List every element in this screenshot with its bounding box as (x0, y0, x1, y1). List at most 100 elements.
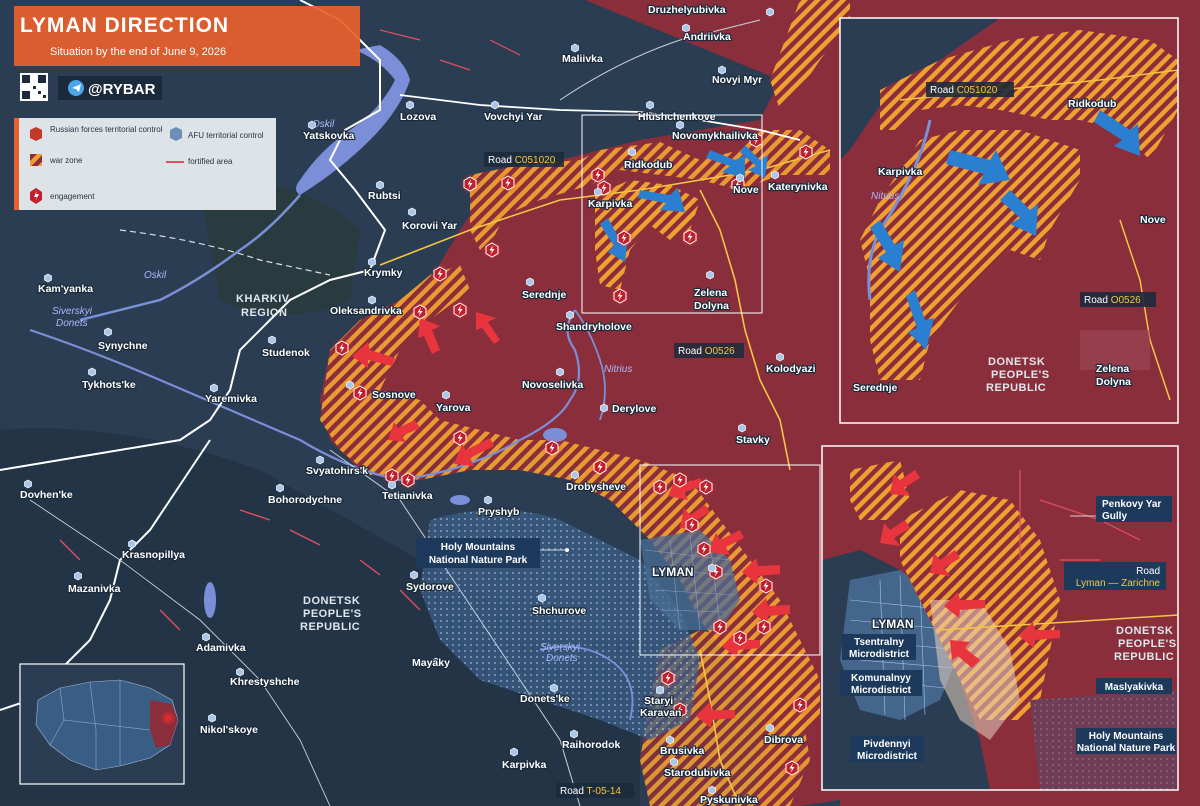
svg-text:Holy Mountains: Holy Mountains (1089, 731, 1164, 742)
town-lyman: LYMAN (652, 565, 694, 579)
kharkiv-region-line1: KHARKIV (236, 293, 290, 305)
inset-serednje: Serednje (853, 382, 898, 394)
engagement-icon (541, 437, 563, 459)
settlement-marker (410, 570, 418, 580)
settlement-marker (376, 180, 384, 190)
inset-south-dpr-1: DONETSK (1116, 625, 1173, 637)
engagement-icon (397, 469, 419, 491)
town-oleksandrivka: Oleksandrivka (330, 305, 402, 317)
settlement-marker (766, 7, 774, 17)
inset-karpivka: Karpivka (878, 166, 923, 178)
inset-pivdennyi-label: Pivdennyi Microdistrict (850, 736, 924, 762)
town-serednje: Serednje (522, 289, 567, 301)
town-tetianivka: Tetianivka (382, 490, 433, 502)
inset-maslyakivka-label: Maslyakivka (1096, 678, 1172, 694)
engagement-icon (755, 575, 777, 597)
engagement-icon (589, 456, 611, 478)
settlement-marker (44, 273, 52, 283)
town-synychne: Synychne (98, 340, 148, 352)
town-khrestyshche: Khrestyshche (230, 676, 300, 688)
svg-text:Road C051020: Road C051020 (488, 155, 556, 166)
engagement-icon (649, 476, 671, 498)
settlement-marker (88, 367, 96, 377)
town-vovchyi-yar: Vovchyi Yar (484, 111, 543, 123)
engagement-icon (409, 301, 431, 323)
settlement-marker (128, 539, 136, 549)
engagement-icon (781, 757, 803, 779)
town-dibrova: Dibrova (764, 734, 803, 746)
legend-warzone: war zone (49, 156, 83, 165)
town-donetske: Donets'ke (520, 693, 570, 705)
town-svyatohirsk: Svyatohirs'k (306, 465, 368, 477)
russian-control-swatch (30, 127, 42, 141)
inset-south-dpr-3: REPUBLIC (1114, 651, 1174, 663)
settlement-marker (236, 667, 244, 677)
label-siverskyi-2: Donets (56, 318, 88, 329)
inset-north-dpr-3: REPUBLIC (986, 382, 1046, 394)
settlement-marker (74, 571, 82, 581)
settlement-marker (510, 747, 518, 757)
locator-focus (160, 710, 176, 726)
lake (450, 495, 470, 505)
engagement-icon (681, 514, 703, 536)
settlement-marker (208, 713, 216, 723)
svg-text:Lyman — Zarichne: Lyman — Zarichne (1076, 578, 1161, 589)
town-brusivka: Brusivka (660, 745, 705, 757)
settlement-marker (600, 403, 608, 413)
svg-text:Road O0526: Road O0526 (678, 346, 735, 357)
settlement-marker (570, 729, 578, 739)
svg-text:Gully: Gully (1102, 511, 1127, 522)
town-maliivka: Maliivka (562, 53, 603, 65)
road-label-o0526: Road O0526 (674, 343, 744, 358)
town-staryi-2: Karavan (640, 707, 681, 719)
engagement-icon (609, 285, 631, 307)
legend-afu: AFU territorial control (188, 131, 264, 140)
town-korovii-yar: Korovii Yar (402, 220, 457, 232)
settlement-marker (776, 352, 784, 362)
inset-road-label: Road Lyman — Zarichne (1064, 562, 1166, 590)
svg-text:National Nature Park: National Nature Park (429, 555, 528, 566)
town-karpivka-s: Karpivka (502, 759, 547, 771)
donetsk-region-line2: PEOPLE'S (303, 608, 362, 620)
settlement-marker (706, 270, 714, 280)
settlement-marker (104, 327, 112, 337)
town-karpivka: Karpivka (588, 198, 633, 210)
town-ridkodub: Ridkodub (624, 159, 672, 171)
settlement-marker (346, 380, 354, 390)
inset-nitrius: Nitrius (871, 191, 899, 202)
settlement-marker (670, 757, 678, 767)
svg-text:Tsentralny: Tsentralny (854, 637, 904, 648)
engagement-icon (613, 227, 635, 249)
town-derylove: Derylove (612, 403, 657, 415)
settlement-marker (538, 593, 546, 603)
settlement-marker (484, 495, 492, 505)
svg-text:Microdistrict: Microdistrict (849, 649, 910, 660)
settlement-marker (646, 100, 654, 110)
town-katerynivka: Katerynivka (768, 181, 828, 193)
town-dovhenke: Dovhen'ke (20, 489, 73, 501)
town-sosnove: Sosnove (372, 389, 416, 401)
town-novomykhailivka: Novomykhailivka (672, 130, 758, 142)
settlement-marker (594, 187, 602, 197)
map-title: LYMAN DIRECTION (20, 14, 229, 37)
engagement-icon (679, 226, 701, 248)
inset-zelena-2: Dolyna (1096, 376, 1131, 388)
engagement-icon (449, 427, 471, 449)
engagement-icon (693, 538, 715, 560)
town-druzhelyubivka: Druzhelyubivka (648, 4, 726, 16)
town-pyskunivka: Pyskunivka (700, 794, 758, 806)
inset-nove: Nove (1140, 214, 1166, 226)
donetsk-region-line1: DONETSK (303, 595, 360, 607)
town-drobysheve: Drobysheve (566, 481, 626, 493)
town-krymky: Krymky (364, 267, 403, 279)
engagement-icon (497, 172, 519, 194)
inset-south-dpr-2: PEOPLE'S (1118, 638, 1177, 650)
engagement-icon (459, 173, 481, 195)
town-mazanivka: Mazanivka (68, 583, 121, 595)
settlement-marker (24, 479, 32, 489)
legend-russian: Russian forces territorial control (50, 125, 163, 134)
label-oskil-upper: Oskil (312, 119, 335, 130)
town-studenok: Studenok (262, 347, 310, 359)
inset-zelena-1: Zelena (1096, 363, 1129, 375)
settlement-marker (571, 470, 579, 480)
